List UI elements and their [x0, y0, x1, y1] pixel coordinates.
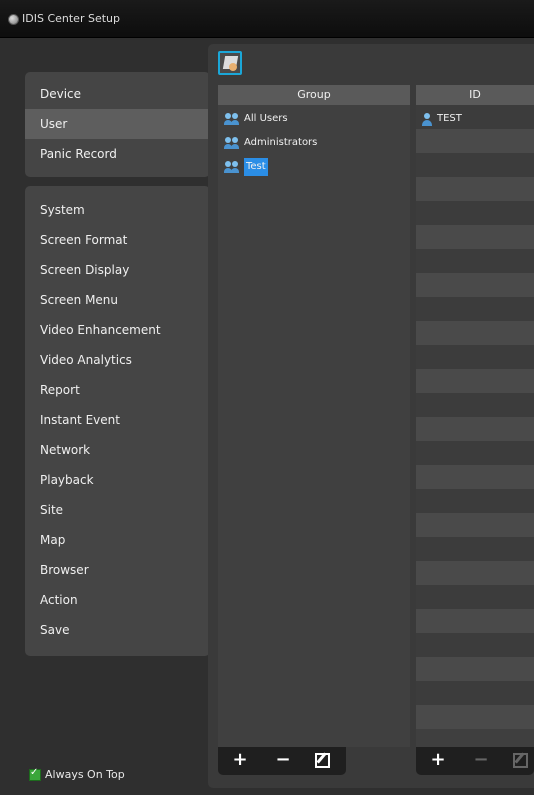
id-row[interactable]	[416, 513, 534, 537]
user-settings-icon[interactable]	[218, 51, 242, 75]
remove-user-button[interactable]: −	[471, 750, 491, 770]
menu-item-playback[interactable]: Playback	[25, 465, 210, 495]
id-row[interactable]	[416, 681, 534, 705]
menu-item-video-analytics[interactable]: Video Analytics	[25, 345, 210, 375]
menu-section-device-user: Device User Panic Record	[25, 72, 265, 177]
id-row[interactable]	[416, 129, 534, 153]
id-row[interactable]	[416, 537, 534, 561]
id-row[interactable]	[416, 465, 534, 489]
id-row[interactable]	[416, 609, 534, 633]
title-bar: IDIS Center Setup	[0, 0, 534, 38]
id-row[interactable]	[416, 249, 534, 273]
menu-item-panic-record[interactable]: Panic Record	[25, 139, 210, 169]
add-group-button[interactable]: +	[230, 750, 250, 770]
window-title: IDIS Center Setup	[22, 12, 120, 25]
id-list[interactable]: ID TEST	[416, 85, 534, 747]
always-on-top-checkbox[interactable]	[29, 767, 41, 781]
users-group-icon	[224, 160, 240, 174]
id-row[interactable]	[416, 201, 534, 225]
menu-item-screen-menu[interactable]: Screen Menu	[25, 285, 210, 315]
menu-item-browser[interactable]: Browser	[25, 555, 210, 585]
id-row[interactable]	[416, 489, 534, 513]
id-row[interactable]	[416, 417, 534, 441]
id-row[interactable]	[416, 393, 534, 417]
id-row[interactable]	[416, 561, 534, 585]
id-row[interactable]	[416, 657, 534, 681]
id-button-bar: + −	[416, 747, 534, 775]
group-item-administrators[interactable]: Administrators	[224, 134, 317, 152]
id-row[interactable]	[416, 345, 534, 369]
menu-item-device[interactable]: Device	[25, 79, 210, 109]
users-group-icon	[224, 136, 240, 150]
menu-item-instant-event[interactable]: Instant Event	[25, 405, 210, 435]
edit-user-icon[interactable]	[513, 753, 528, 768]
add-user-button[interactable]: +	[428, 750, 448, 770]
menu-item-save[interactable]: Save	[25, 615, 210, 645]
always-on-top-option[interactable]: Always On Top	[29, 767, 125, 781]
menu-section-settings: System Screen Format Screen Display Scre…	[25, 186, 210, 656]
menu-item-map[interactable]: Map	[25, 525, 210, 555]
id-row[interactable]	[416, 225, 534, 249]
id-item-test[interactable]: TEST	[422, 110, 462, 128]
id-row[interactable]	[416, 585, 534, 609]
menu-item-screen-format[interactable]: Screen Format	[25, 225, 210, 255]
id-row[interactable]	[416, 633, 534, 657]
group-list[interactable]: Group All Users Administrators Test	[218, 85, 410, 747]
id-row[interactable]	[416, 153, 534, 177]
group-button-bar: + −	[218, 747, 346, 775]
menu-item-site[interactable]: Site	[25, 495, 210, 525]
id-row[interactable]	[416, 705, 534, 729]
id-row[interactable]	[416, 321, 534, 345]
users-group-icon	[224, 112, 240, 126]
id-column-header: ID	[416, 85, 534, 105]
app-icon	[8, 14, 19, 25]
menu-item-screen-display[interactable]: Screen Display	[25, 255, 210, 285]
person-icon	[229, 63, 237, 71]
edit-group-icon[interactable]	[315, 753, 330, 768]
group-column-header: Group	[218, 85, 410, 105]
id-row[interactable]	[416, 369, 534, 393]
menu-item-video-enhancement[interactable]: Video Enhancement	[25, 315, 210, 345]
remove-group-button[interactable]: −	[273, 750, 293, 770]
id-row[interactable]	[416, 297, 534, 321]
group-item-test[interactable]: Test	[224, 158, 268, 176]
menu-item-action[interactable]: Action	[25, 585, 210, 615]
menu-item-network[interactable]: Network	[25, 435, 210, 465]
id-row[interactable]	[416, 177, 534, 201]
menu-item-report[interactable]: Report	[25, 375, 210, 405]
id-row[interactable]	[416, 273, 534, 297]
id-row[interactable]	[416, 441, 534, 465]
always-on-top-label: Always On Top	[45, 768, 125, 781]
user-icon	[422, 112, 432, 126]
menu-item-system[interactable]: System	[25, 195, 210, 225]
group-item-all-users[interactable]: All Users	[224, 110, 288, 128]
